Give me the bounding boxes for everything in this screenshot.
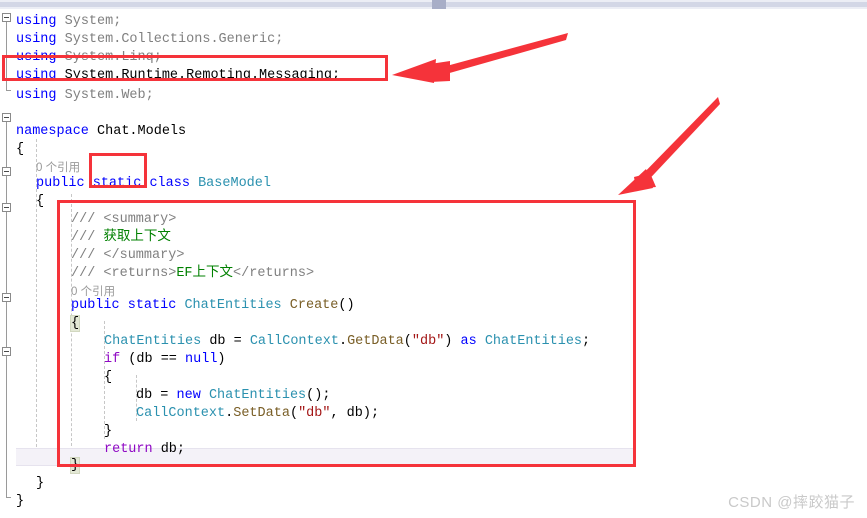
scrollbar-thumb[interactable]	[432, 0, 446, 9]
code-line-8[interactable]: {	[16, 141, 24, 159]
annotation-box-using-messaging	[2, 55, 388, 81]
token-keyword-using: using	[16, 32, 57, 47]
annotation-arrow-to-method	[618, 97, 720, 195]
token-ns-collections: System.Collections.Generic;	[56, 32, 284, 47]
token-keyword-class: class	[149, 176, 190, 191]
token-keyword-namespace: namespace	[16, 124, 89, 139]
csdn-watermark: CSDN @摔跤猫子	[728, 494, 855, 511]
token-ns-web: System.Web;	[56, 88, 154, 103]
code-line-27[interactable]: }	[36, 475, 44, 493]
code-editor-surface[interactable]: using System; using System.Collections.G…	[0, 9, 867, 518]
code-line-28[interactable]: }	[16, 493, 24, 511]
code-line-11[interactable]: {	[36, 193, 44, 211]
token-brace-close-class: }	[36, 476, 45, 491]
token-namespace-name: Chat.Models	[88, 124, 187, 139]
annotation-arrow-to-using	[392, 33, 568, 83]
token-ns-system: System;	[56, 14, 122, 29]
code-line-5[interactable]: using System.Web;	[16, 87, 154, 105]
token-keyword-public: public	[36, 176, 85, 191]
token-brace-close-namespace: }	[16, 494, 25, 509]
token-keyword-using: using	[16, 88, 57, 103]
code-line-10[interactable]: public static class BaseModel	[36, 175, 271, 193]
annotation-box-create-method	[57, 200, 636, 467]
annotation-box-static-keyword	[89, 153, 147, 188]
codelens-text: 0 个引用	[36, 162, 81, 174]
token-brace-open-class: {	[36, 194, 45, 209]
token-type-basemodel: BaseModel	[198, 176, 271, 191]
code-line-1[interactable]: using System;	[16, 13, 121, 31]
token-brace-open-namespace: {	[16, 142, 25, 157]
token-keyword-using: using	[16, 14, 57, 29]
code-line-7[interactable]: namespace Chat.Models	[16, 123, 186, 141]
code-line-2[interactable]: using System.Collections.Generic;	[16, 31, 283, 49]
